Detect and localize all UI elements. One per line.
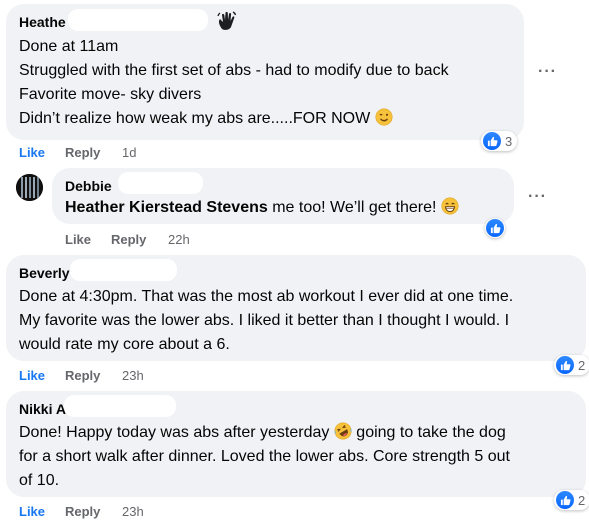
- reaction-summary[interactable]: 2: [554, 355, 589, 375]
- reply-button[interactable]: Reply: [65, 145, 100, 160]
- reaction-count: 3: [505, 133, 513, 149]
- comment-timestamp[interactable]: 23h: [122, 368, 144, 383]
- redaction: [64, 395, 176, 417]
- comment-line: for a short walk after dinner. Loved the…: [19, 448, 510, 465]
- comment-timestamp[interactable]: 23h: [122, 504, 144, 519]
- redaction: [68, 9, 208, 31]
- mention-link[interactable]: Heather Kierstead Stevens: [65, 199, 268, 216]
- comment-line: Done at 4:30pm. That was the most ab wor…: [19, 288, 514, 305]
- comment-timestamp[interactable]: 1d: [122, 145, 136, 160]
- comment-text: going to take the dog: [356, 424, 506, 441]
- comment-line: Done at 11am: [19, 38, 119, 55]
- like-reaction-icon: [556, 356, 574, 374]
- reaction-count: 2: [578, 357, 586, 373]
- comment-author[interactable]: Heathe: [19, 14, 66, 30]
- like-reaction-icon: [556, 491, 574, 509]
- reply-button[interactable]: Reply: [111, 232, 146, 247]
- reply-button[interactable]: Reply: [65, 504, 100, 519]
- comment-line: of 10.: [19, 472, 60, 489]
- comment-line: would rate my core about a 6.: [19, 336, 230, 353]
- comment-line: My favorite was the lower abs. I liked i…: [19, 312, 510, 329]
- wave-hand-icon: [216, 10, 238, 37]
- like-button[interactable]: Like: [65, 232, 91, 247]
- reaction-summary[interactable]: 3: [481, 131, 518, 151]
- redaction: [118, 172, 203, 194]
- comment-text: Didn’t realize how weak my abs are.....F…: [19, 110, 371, 127]
- comment-line: Didn’t realize how weak my abs are.....F…: [19, 108, 393, 133]
- comment-author[interactable]: Debbie: [65, 178, 112, 194]
- like-button[interactable]: Like: [19, 145, 45, 160]
- like-button[interactable]: Like: [19, 368, 45, 383]
- reaction-count: 2: [578, 492, 586, 508]
- comment-line: Favorite move- sky divers: [19, 86, 202, 103]
- like-reaction-icon[interactable]: [485, 218, 505, 238]
- more-options-icon[interactable]: ···: [538, 63, 557, 81]
- comment-text: me too! We’ll get there!: [267, 199, 437, 216]
- comment-line: Done! Happy today was abs after yesterda…: [19, 422, 506, 447]
- comment-text: Done! Happy today was abs after yesterda…: [19, 424, 330, 441]
- grinning-face-icon: [441, 197, 459, 222]
- comment-timestamp[interactable]: 22h: [168, 232, 190, 247]
- comment-line: Struggled with the first set of abs - ha…: [19, 62, 449, 79]
- reply-button[interactable]: Reply: [65, 368, 100, 383]
- comment-line: Heather Kierstead Stevens me too! We’ll …: [65, 197, 459, 222]
- winking-face-icon: [375, 108, 393, 133]
- like-button[interactable]: Like: [19, 504, 45, 519]
- rolling-on-floor-laughing-icon: [334, 422, 352, 447]
- reaction-summary[interactable]: 2: [554, 490, 589, 510]
- comment-author[interactable]: Beverly: [19, 265, 70, 281]
- redaction: [70, 259, 177, 281]
- avatar[interactable]: [16, 174, 43, 201]
- more-options-icon[interactable]: ···: [528, 188, 547, 206]
- like-reaction-icon: [483, 132, 501, 150]
- comment-author[interactable]: Nikki A: [19, 401, 66, 417]
